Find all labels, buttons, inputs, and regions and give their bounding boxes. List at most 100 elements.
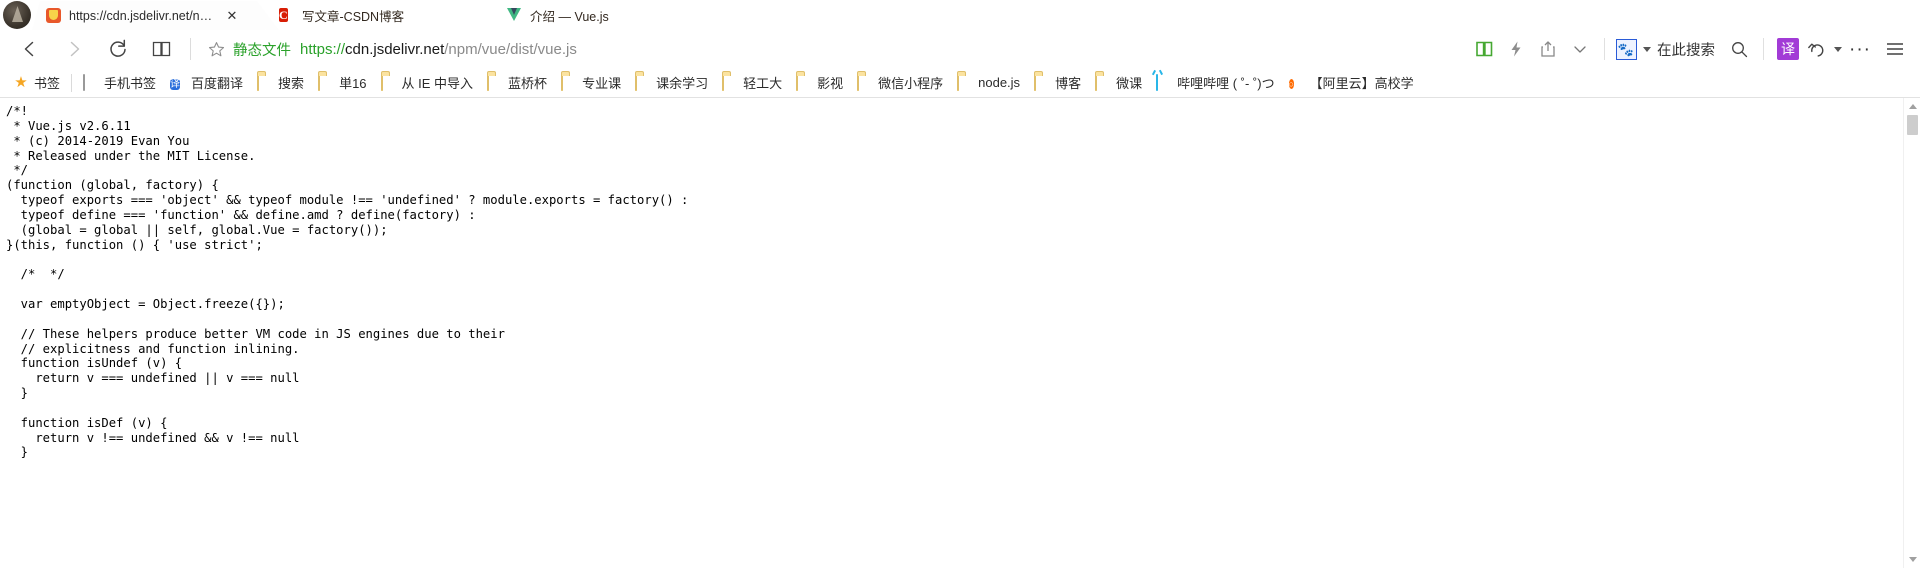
share-icon[interactable] <box>1532 33 1564 65</box>
bookmark-item-4[interactable]: 単16 <box>311 71 373 95</box>
folder-icon <box>487 73 503 91</box>
bookmark-item-11[interactable]: 微信小程序 <box>850 71 950 95</box>
baidu-paw-icon[interactable]: 🐾 <box>1613 33 1639 65</box>
browser-tab-2[interactable]: 介绍 — Vue.js <box>493 1 741 30</box>
forward-arrow-icon[interactable] <box>52 31 96 67</box>
more-options-label: ··· <box>1849 38 1871 60</box>
bookmark-label: 手机书签 <box>104 76 157 91</box>
url-path: /npm/vue/dist/vue.js <box>444 40 577 58</box>
folder-icon <box>380 73 397 91</box>
url-scheme: https:// <box>300 40 346 58</box>
bilibili-icon <box>1156 73 1172 91</box>
hamburger-menu-icon[interactable] <box>1878 33 1912 65</box>
lightning-icon[interactable] <box>1500 33 1532 65</box>
new-tab-button[interactable] <box>748 6 790 26</box>
bookmark-label: 【阿里云】高校学 <box>1309 76 1414 91</box>
navigation-toolbar: 静态文件 https://cdn.jsdelivr.net/npm/vue/di… <box>0 30 1920 68</box>
browser-tab-0[interactable]: https://cdn.jsdelivr.net/npm/v ✕ <box>32 1 279 30</box>
bookmark-label: 搜索 <box>278 76 305 91</box>
profile-avatar[interactable] <box>3 1 31 29</box>
url-security-badge: 静态文件 <box>233 42 291 59</box>
more-options-button[interactable]: ··· <box>1842 33 1878 65</box>
url-text: https://cdn.jsdelivr.net/npm/vue/dist/vu… <box>300 41 577 58</box>
bookmark-label: node.js <box>978 75 1021 90</box>
baidu-translate-icon: 译 <box>170 78 181 90</box>
close-button[interactable] <box>1874 0 1920 30</box>
folder-icon <box>635 73 651 91</box>
book-icon[interactable] <box>140 31 184 67</box>
bookmark-label: 专业课 <box>582 76 622 91</box>
scroll-down-arrow-icon[interactable] <box>1904 551 1920 568</box>
folder-icon <box>561 73 577 91</box>
source-code-text: /*! * Vue.js v2.6.11 * (c) 2014-2019 Eva… <box>6 104 689 460</box>
toolbar-divider <box>190 38 191 60</box>
back-arrow-icon[interactable] <box>8 31 52 67</box>
bookmark-label: 博客 <box>1055 76 1082 91</box>
csdn-icon: C <box>279 7 288 22</box>
vertical-scrollbar[interactable] <box>1903 98 1920 568</box>
browser-tab-1[interactable]: C 写文章-CSDN博客 <box>265 1 507 30</box>
bookmark-item-9[interactable]: 轻工大 <box>715 71 789 95</box>
open-book-icon[interactable] <box>1468 33 1500 65</box>
bookmark-item-6[interactable]: 蓝桥杯 <box>480 71 554 95</box>
folder-icon <box>1034 73 1050 91</box>
bookmark-item-5[interactable]: 从 IE 中导入 <box>374 71 481 95</box>
bookmark-label: 课余学习 <box>656 76 709 91</box>
search-here-label[interactable]: 在此搜索 <box>1657 39 1715 60</box>
folder-icon <box>957 73 973 91</box>
minimize-button[interactable] <box>1782 0 1828 30</box>
page-content: /*! * Vue.js v2.6.11 * (c) 2014-2019 Eva… <box>0 98 1920 568</box>
bookmark-label: 哔哩哔哩 ( ˚- ˚)つ <box>1177 76 1275 91</box>
bookmark-item-16[interactable]: ○ 【阿里云】高校学 <box>1282 71 1421 95</box>
folder-icon <box>722 73 738 91</box>
scroll-up-arrow-icon[interactable] <box>1904 98 1920 115</box>
bookmark-item-1[interactable]: 手机书签 <box>76 71 163 95</box>
bookmark-item-13[interactable]: 博客 <box>1027 71 1088 95</box>
refresh-icon[interactable] <box>96 31 140 67</box>
title-bar: https://cdn.jsdelivr.net/npm/v ✕ C 写文章-C… <box>0 0 1920 30</box>
translate-icon[interactable]: 译 <box>1772 33 1804 65</box>
tab-close-icon[interactable]: ✕ <box>225 9 239 23</box>
jsdelivr-shield-icon <box>46 7 62 24</box>
scrollbar-thumb[interactable] <box>1907 115 1918 135</box>
baidu-dropdown-caret-icon[interactable] <box>1643 46 1651 52</box>
history-undo-icon[interactable] <box>1804 33 1830 65</box>
tab-title: 写文章-CSDN博客 <box>302 10 405 24</box>
theme-shirt-button[interactable] <box>1736 0 1782 30</box>
favorite-star-icon[interactable] <box>203 36 229 62</box>
bookmark-label: 微信小程序 <box>878 76 944 91</box>
folder-icon <box>318 73 334 91</box>
bookmark-item-15[interactable]: 哔哩哔哩 ( ˚- ˚)つ <box>1149 71 1281 95</box>
bookmark-item-8[interactable]: 课余学习 <box>628 71 715 95</box>
bookmark-item-2[interactable]: 译 百度翻译 <box>163 71 250 95</box>
phone-icon <box>83 73 99 91</box>
maximize-button[interactable] <box>1828 0 1874 30</box>
scrollbar-track[interactable] <box>1904 115 1920 551</box>
bookmark-item-10[interactable]: 影视 <box>789 71 850 95</box>
bookmark-label: 単16 <box>339 76 367 91</box>
history-dropdown-caret-icon[interactable] <box>1834 46 1842 52</box>
bookmark-item-14[interactable]: 微课 <box>1088 71 1149 95</box>
chevron-down-icon[interactable] <box>1564 33 1596 65</box>
bookmark-label: 蓝桥杯 <box>508 76 548 91</box>
vue-icon <box>507 8 523 24</box>
bookmark-item-7[interactable]: 专业课 <box>554 71 628 95</box>
bookmark-label: 微课 <box>1116 76 1143 91</box>
url-host: cdn.jsdelivr.net <box>345 40 445 58</box>
bookmark-label: 轻工大 <box>743 76 783 91</box>
window-controls <box>1736 0 1920 30</box>
bookmark-label: 从 IE 中导入 <box>401 76 474 91</box>
tab-title: 介绍 — Vue.js <box>530 10 609 24</box>
bookmark-item-3[interactable]: 搜索 <box>250 71 311 95</box>
aliyun-icon: ○ <box>1288 78 1295 89</box>
bookmarks-bar: ★ 书签 手机书签 译 百度翻译 搜索 単16 从 IE 中导入 蓝桥杯 专业课… <box>0 68 1920 98</box>
address-bar[interactable]: 静态文件 https://cdn.jsdelivr.net/npm/vue/di… <box>197 31 1468 67</box>
bookmark-label: 百度翻译 <box>191 76 244 91</box>
search-icon[interactable] <box>1723 33 1755 65</box>
bookmark-item-0[interactable]: ★ 书签 <box>6 71 67 95</box>
star-icon: ★ <box>14 73 28 91</box>
translate-label: 译 <box>1777 38 1799 60</box>
bookmark-label: 书签 <box>34 76 61 91</box>
bookmark-item-12[interactable]: node.js <box>950 71 1027 95</box>
toolbar-divider <box>1604 38 1605 60</box>
